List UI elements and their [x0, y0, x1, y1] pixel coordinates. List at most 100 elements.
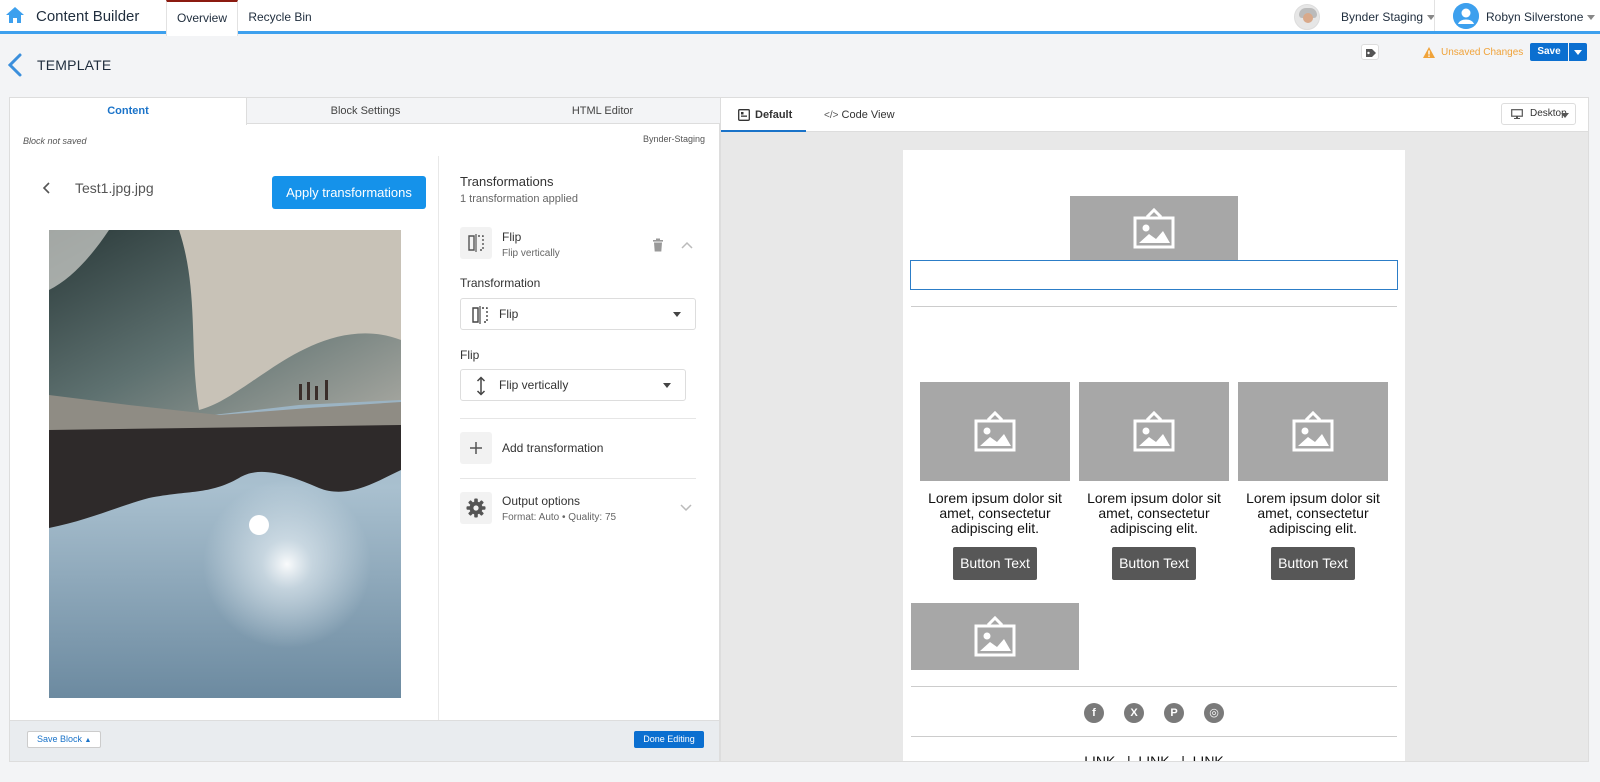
save-options-button[interactable] — [1569, 43, 1587, 61]
transformations-heading: Transformations — [460, 174, 554, 189]
caret-down-icon — [1574, 50, 1582, 55]
image-placeholder[interactable] — [911, 603, 1079, 670]
instagram-icon[interactable]: ◎ — [1204, 703, 1224, 723]
transform-item-name: Flip — [502, 230, 522, 244]
plus-icon — [470, 442, 482, 454]
x-icon[interactable]: X — [1124, 703, 1144, 723]
save-button[interactable]: Save — [1530, 43, 1568, 61]
tab-recycle-bin[interactable]: Recycle Bin — [244, 0, 316, 34]
divider — [911, 736, 1397, 737]
flip-icon — [472, 306, 488, 324]
unsaved-changes-status: Unsaved Changes — [1441, 47, 1524, 58]
facebook-glyph: f — [1092, 707, 1096, 719]
column-text[interactable]: Lorem ipsum dolor sit amet, consectetur … — [1238, 491, 1388, 536]
email-preview-panel: Default </> Code View Desktop Lorem ipsu… — [720, 97, 1589, 762]
org-switcher[interactable]: Bynder Staging — [1341, 10, 1436, 24]
column-button[interactable]: Button Text — [1112, 547, 1196, 580]
preview-tabs: Default </> Code View Desktop — [721, 98, 1588, 132]
column-text[interactable]: Lorem ipsum dolor sit amet, consectetur … — [920, 491, 1070, 536]
tag-icon — [1366, 49, 1376, 57]
tag-button[interactable] — [1361, 44, 1379, 60]
caret-down-icon — [673, 312, 681, 317]
chevron-left-icon[interactable] — [41, 182, 53, 194]
divider — [460, 418, 696, 419]
footer-links[interactable]: LINK | LINK | LINK — [903, 753, 1405, 761]
org-avatar — [1294, 4, 1320, 30]
image-icon — [1292, 410, 1334, 451]
trash-icon[interactable] — [652, 238, 664, 252]
divider — [911, 686, 1397, 687]
user-name: Robyn Silverstone — [1486, 10, 1584, 24]
x-glyph: X — [1130, 707, 1138, 719]
apply-transformations-button[interactable]: Apply transformations — [272, 176, 426, 209]
tab-code-view-label: Code View — [841, 109, 895, 121]
pinterest-glyph: P — [1170, 707, 1178, 719]
flip-direction-select[interactable]: Flip vertically — [460, 369, 686, 401]
flip-label: Flip — [460, 348, 480, 362]
user-menu[interactable]: Robyn Silverstone — [1486, 10, 1596, 24]
code-icon: </> — [824, 110, 839, 121]
pinterest-icon[interactable]: P — [1164, 703, 1184, 723]
tab-default[interactable]: Default — [721, 98, 806, 132]
transformation-label: Transformation — [460, 276, 541, 290]
instagram-glyph: ◎ — [1209, 707, 1219, 719]
tab-default-label: Default — [755, 109, 793, 121]
page-title: TEMPLATE — [37, 57, 112, 73]
source-label: Bynder-Staging — [642, 134, 705, 144]
image-placeholder[interactable] — [1079, 382, 1229, 481]
image-placeholder[interactable] — [1238, 382, 1388, 481]
editor-tabs: Content Block Settings HTML Editor — [10, 98, 721, 125]
tab-html-editor[interactable]: HTML Editor — [484, 98, 721, 124]
tab-content[interactable]: Content — [10, 98, 247, 125]
email-canvas: Lorem ipsum dolor sit amet, consectetur … — [903, 150, 1405, 761]
image-placeholder[interactable] — [1070, 196, 1238, 261]
output-options-button[interactable] — [460, 492, 492, 524]
file-name: Test1.jpg.jpg — [75, 180, 154, 196]
add-transformation-button[interactable] — [460, 432, 492, 464]
monitor-icon — [1511, 109, 1523, 119]
org-name: Bynder Staging — [1341, 10, 1424, 24]
save-block-label: Save Block — [37, 734, 83, 744]
add-transformation-label[interactable]: Add transformation — [502, 441, 603, 455]
column-button[interactable]: Button Text — [1271, 547, 1355, 580]
selected-content-block[interactable] — [910, 260, 1398, 290]
tab-code-view[interactable]: </> Code View — [824, 98, 904, 132]
back-chevron-icon[interactable] — [6, 52, 24, 78]
image-icon — [1133, 207, 1175, 248]
caret-up-icon: ▲ — [84, 737, 92, 744]
divider — [911, 306, 1397, 307]
image-icon — [1133, 410, 1175, 451]
tab-block-settings[interactable]: Block Settings — [247, 98, 484, 124]
app-title[interactable]: Content Builder — [36, 8, 139, 25]
panel-divider — [438, 156, 439, 721]
home-icon[interactable] — [5, 5, 25, 25]
tab-overview[interactable]: Overview — [166, 0, 238, 36]
flip-transform-item[interactable] — [460, 227, 492, 259]
nav-divider — [1434, 0, 1435, 31]
done-editing-button[interactable]: Done Editing — [634, 731, 704, 748]
flip-icon — [468, 234, 484, 252]
user-avatar-icon[interactable] — [1453, 3, 1479, 29]
column-button[interactable]: Button Text — [953, 547, 1037, 580]
transformation-select[interactable]: Flip — [460, 298, 696, 330]
image-icon — [974, 410, 1016, 451]
block-status: Block not saved — [23, 136, 87, 146]
layout-icon — [738, 109, 750, 121]
divider — [460, 478, 696, 479]
save-block-button[interactable]: Save Block ▲ — [27, 731, 102, 748]
chevron-up-icon[interactable] — [681, 241, 693, 249]
image-preview — [49, 230, 401, 698]
output-options-title: Output options — [502, 494, 581, 508]
transformations-count: 1 transformation applied — [460, 193, 579, 205]
transformation-select-value: Flip — [499, 307, 519, 321]
gear-icon — [466, 498, 486, 518]
device-select[interactable]: Desktop — [1501, 103, 1576, 125]
image-placeholder[interactable] — [920, 382, 1070, 481]
column-text[interactable]: Lorem ipsum dolor sit amet, consectetur … — [1079, 491, 1229, 536]
flip-direction-value: Flip vertically — [499, 378, 569, 392]
output-options-detail: Format: Auto • Quality: 75 — [502, 512, 617, 523]
caret-down-icon — [663, 383, 671, 388]
warning-icon — [1423, 47, 1435, 58]
chevron-down-icon[interactable] — [680, 504, 692, 512]
facebook-icon[interactable]: f — [1084, 703, 1104, 723]
